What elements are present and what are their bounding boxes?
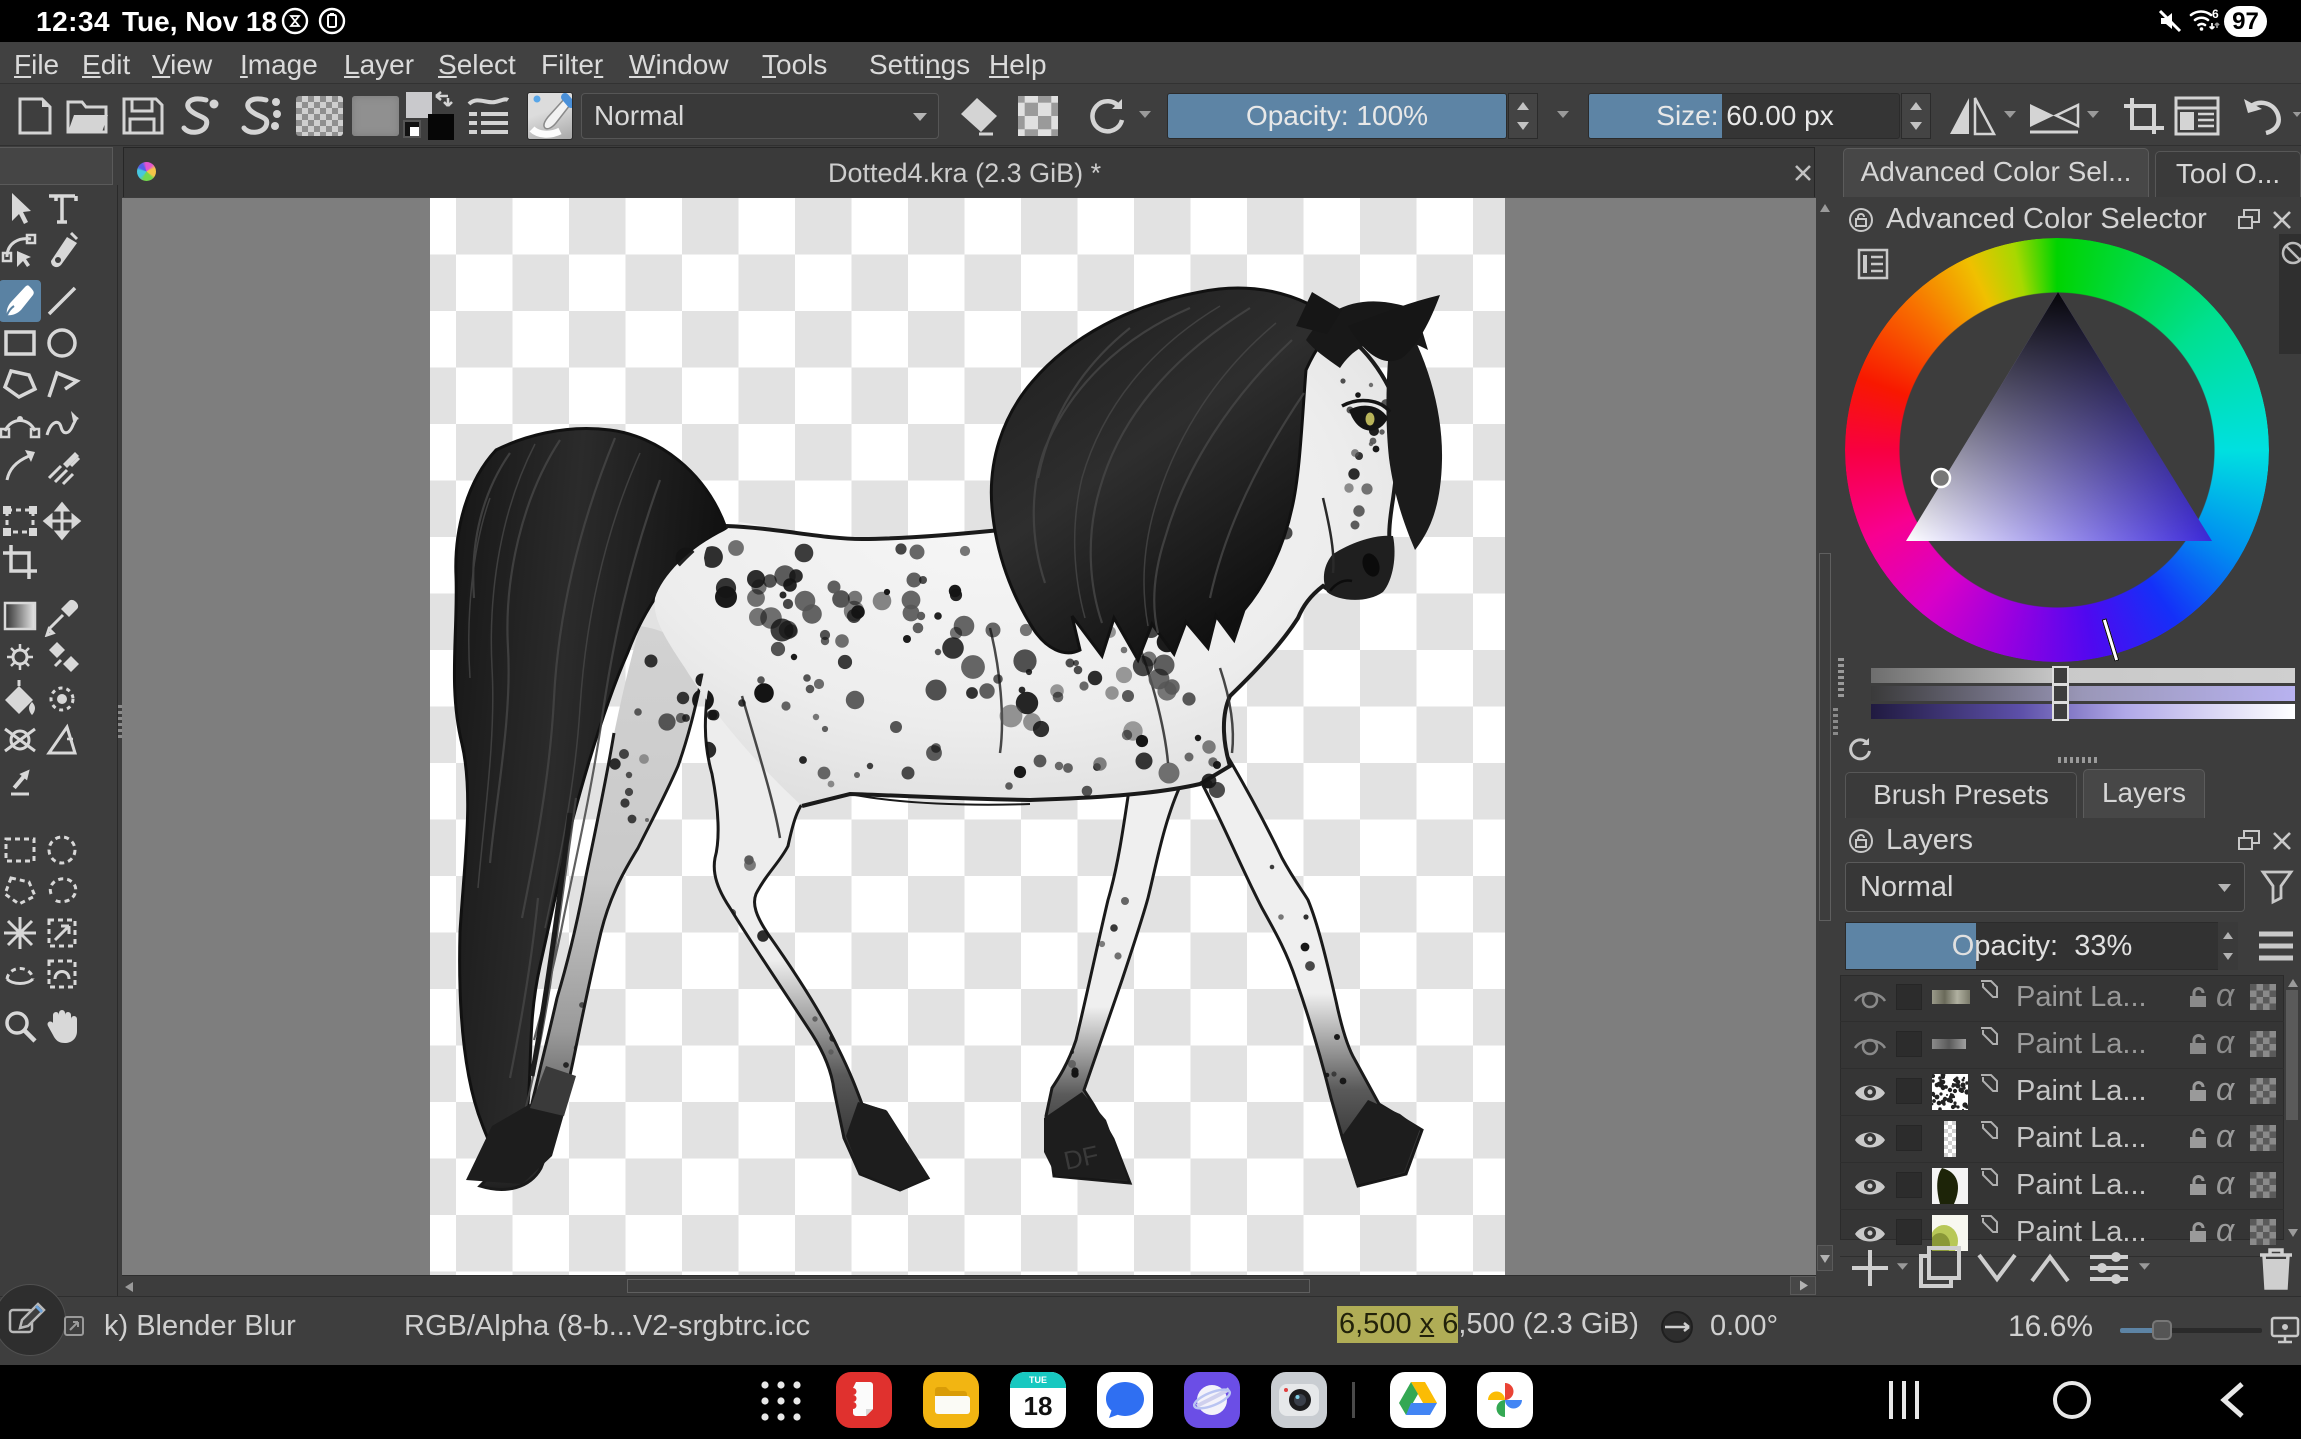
svg-text:6: 6	[2212, 7, 2219, 21]
